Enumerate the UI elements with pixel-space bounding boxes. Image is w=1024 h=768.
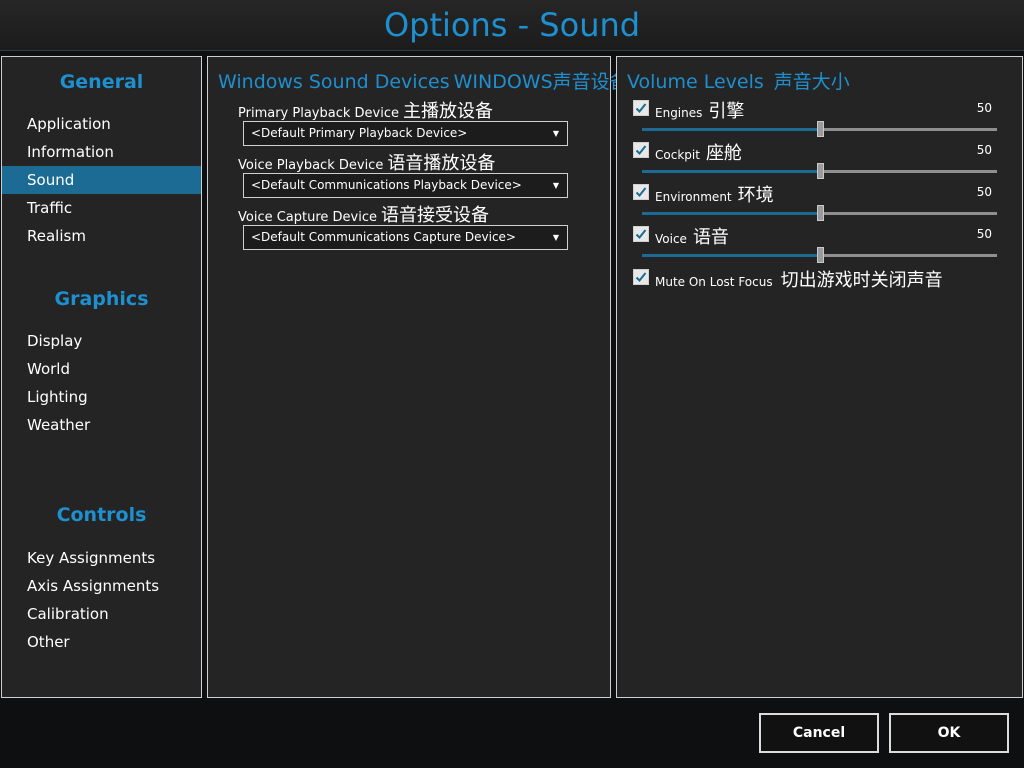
sound-devices-panel: Windows Sound Devices WINDOWS声音设备 Primary… xyxy=(207,56,629,698)
engines-label: Engines 引擎 xyxy=(655,97,744,123)
engines-checkbox[interactable] xyxy=(633,100,649,116)
environment-value: 50 xyxy=(976,185,992,199)
engines-label-en: Engines xyxy=(655,106,703,120)
cockpit-slider-fill xyxy=(642,170,820,173)
check-icon xyxy=(635,187,647,197)
cockpit-label: Cockpit 座舱 xyxy=(655,139,742,165)
sound-devices-title-en: Windows Sound Devices xyxy=(218,71,450,93)
primary-playback-select[interactable]: <Default Primary Playback Device> ▼ xyxy=(243,121,568,146)
nav-item-lighting[interactable]: Lighting xyxy=(2,383,201,411)
check-icon xyxy=(635,103,647,113)
check-icon xyxy=(635,145,647,155)
voice-slider-fill xyxy=(642,254,820,257)
engines-label-cn: 引擎 xyxy=(708,101,745,122)
voice-slider[interactable] xyxy=(642,247,997,263)
nav-heading-graphics: Graphics xyxy=(54,288,149,310)
nav-item-other[interactable]: Other xyxy=(2,628,201,656)
triangle-down-icon: ▼ xyxy=(552,181,559,190)
cockpit-label-en: Cockpit xyxy=(655,148,700,162)
voice-capture-label: Voice Capture Device 语音接受设备 xyxy=(238,201,489,227)
environment-label: Environment 环境 xyxy=(655,181,774,207)
cockpit-label-cn: 座舱 xyxy=(705,143,742,164)
sound-devices-title-cn: WINDOWS声音设备 xyxy=(453,71,629,93)
ok-button[interactable]: OK xyxy=(889,713,1009,753)
primary-playback-label: Primary Playback Device 主播放设备 xyxy=(238,97,493,123)
engines-slider[interactable] xyxy=(642,121,997,137)
primary-playback-label-en: Primary Playback Device xyxy=(238,106,399,121)
mute-on-lost-focus-label-cn: 切出游戏时关闭声音 xyxy=(780,270,943,291)
nav-item-key-assignments[interactable]: Key Assignments xyxy=(2,544,201,572)
voice-capture-label-en: Voice Capture Device xyxy=(238,210,378,225)
cockpit-slider-thumb[interactable] xyxy=(816,163,824,179)
volume-levels-title-en: Volume Levels xyxy=(627,71,764,93)
nav-item-realism[interactable]: Realism xyxy=(2,222,201,250)
voice-playback-value: <Default Communications Playback Device> xyxy=(251,178,522,192)
environment-label-cn: 环境 xyxy=(737,185,774,206)
nav-item-application[interactable]: Application xyxy=(2,110,201,138)
engines-slider-thumb[interactable] xyxy=(816,121,824,137)
voice-playback-label-en: Voice Playback Device xyxy=(238,158,384,173)
environment-label-en: Environment xyxy=(655,190,732,204)
nav-item-traffic[interactable]: Traffic xyxy=(2,194,201,222)
triangle-down-icon: ▼ xyxy=(552,129,559,138)
primary-playback-label-cn: 主播放设备 xyxy=(402,101,493,122)
voice-playback-label-cn: 语音播放设备 xyxy=(387,153,496,174)
primary-playback-value: <Default Primary Playback Device> xyxy=(251,126,468,140)
nav-item-calibration[interactable]: Calibration xyxy=(2,600,201,628)
volume-levels-panel: Volume Levels 声音大小 Engines 引擎 50 Cockpit 座舱… xyxy=(616,56,1023,698)
options-nav: General Application Information Sound Tr… xyxy=(1,56,202,698)
nav-item-information[interactable]: Information xyxy=(2,138,201,166)
mute-on-lost-focus-label: Mute On Lost Focus 切出游戏时关闭声音 xyxy=(655,266,943,292)
nav-heading-controls: Controls xyxy=(56,504,147,526)
environment-checkbox[interactable] xyxy=(633,184,649,200)
cancel-button[interactable]: Cancel xyxy=(759,713,879,753)
cockpit-value: 50 xyxy=(976,143,992,157)
nav-item-display[interactable]: Display xyxy=(2,327,201,355)
nav-item-world[interactable]: World xyxy=(2,355,201,383)
nav-item-axis-assignments[interactable]: Axis Assignments xyxy=(2,572,201,600)
window-title: Options - Sound xyxy=(0,0,1024,51)
volume-levels-title: Volume Levels 声音大小 xyxy=(627,67,850,94)
voice-value: 50 xyxy=(976,227,992,241)
engines-value: 50 xyxy=(976,101,992,115)
check-icon xyxy=(635,272,647,282)
voice-playback-select[interactable]: <Default Communications Playback Device>… xyxy=(243,173,568,198)
check-icon xyxy=(635,229,647,239)
mute-on-lost-focus-label-en: Mute On Lost Focus xyxy=(655,275,773,289)
voice-slider-thumb[interactable] xyxy=(816,247,824,263)
voice-capture-select[interactable]: <Default Communications Capture Device> … xyxy=(243,225,568,250)
environment-slider-thumb[interactable] xyxy=(816,205,824,221)
voice-capture-label-cn: 语音接受设备 xyxy=(381,205,490,226)
nav-heading-general: General xyxy=(59,71,144,93)
voice-capture-value: <Default Communications Capture Device> xyxy=(251,230,516,244)
environment-slider[interactable] xyxy=(642,205,997,221)
voice-label-en: Voice xyxy=(655,232,687,246)
environment-slider-fill xyxy=(642,212,820,215)
cockpit-checkbox[interactable] xyxy=(633,142,649,158)
voice-label-cn: 语音 xyxy=(692,227,729,248)
sound-devices-title: Windows Sound Devices WINDOWS声音设备 xyxy=(218,67,629,94)
engines-slider-fill xyxy=(642,128,820,131)
nav-item-sound[interactable]: Sound xyxy=(2,166,201,194)
mute-on-lost-focus-checkbox[interactable] xyxy=(633,269,649,285)
voice-playback-label: Voice Playback Device 语音播放设备 xyxy=(238,149,495,175)
cockpit-slider[interactable] xyxy=(642,163,997,179)
voice-checkbox[interactable] xyxy=(633,226,649,242)
volume-levels-title-cn: 声音大小 xyxy=(773,71,850,93)
nav-item-weather[interactable]: Weather xyxy=(2,411,201,439)
voice-label: Voice 语音 xyxy=(655,223,729,249)
triangle-down-icon: ▼ xyxy=(552,233,559,242)
